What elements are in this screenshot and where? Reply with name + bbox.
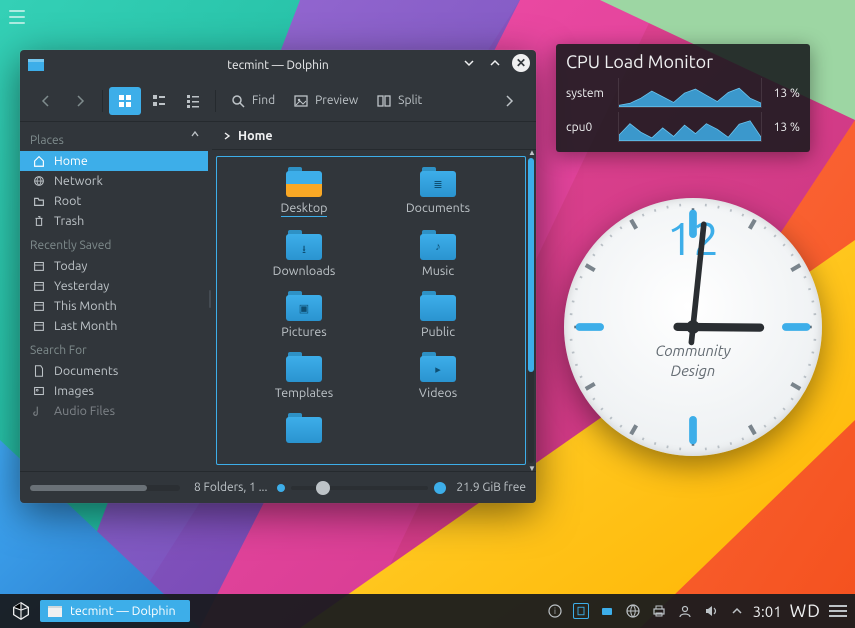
sidebar-item-yesterday[interactable]: Yesterday	[20, 276, 208, 296]
breadcrumb[interactable]: Home	[212, 122, 536, 150]
folder-icon	[48, 606, 62, 617]
analog-clock-widget: 12 Community Design	[564, 198, 822, 456]
status-free-space: 21.9 GiB free	[456, 481, 526, 494]
file-item-pictures[interactable]: ▣Pictures	[237, 291, 371, 346]
scroll-up-icon[interactable]: ▲	[528, 148, 534, 157]
sidebar-heading-recent: Recently Saved	[20, 231, 208, 256]
cpu-pct-cpu0: 13 %	[768, 121, 800, 134]
file-label: Pictures	[281, 325, 326, 339]
svg-text:12: 12	[667, 212, 719, 264]
statusbar: 8 Folders, 1 ... 21.9 GiB free	[20, 471, 536, 503]
printer-icon[interactable]	[651, 603, 667, 619]
zoom-knob[interactable]	[316, 481, 330, 495]
info-icon[interactable]: i	[547, 603, 563, 619]
window-title: tecmint — Dolphin	[227, 59, 328, 72]
file-label: Music	[422, 264, 454, 278]
toolbar-overflow-button[interactable]	[494, 87, 526, 115]
maximize-button[interactable]	[486, 54, 504, 72]
zoom-slider[interactable]	[277, 482, 446, 494]
file-grid: Desktop ≣Documents⭳Downloads♪Music▣Pictur…	[217, 157, 525, 464]
taskbar-entry-dolphin[interactable]: tecmint — Dolphin	[40, 600, 190, 622]
panel-clock[interactable]: 3:01	[753, 603, 782, 620]
split-button[interactable]: Split	[368, 87, 430, 115]
taskbar: tecmint — Dolphin i 3:01 WD	[0, 594, 855, 628]
file-item-videos[interactable]: ▸Videos	[371, 352, 505, 407]
file-label: Videos	[419, 386, 457, 400]
sidebar-horizontal-scrollbar[interactable]	[30, 485, 180, 491]
sidebar-item-trash[interactable]: Trash	[20, 211, 208, 231]
clipboard-icon[interactable]	[573, 603, 589, 619]
sidebar-item-documents[interactable]: Documents	[20, 361, 208, 381]
desktop-menu-button[interactable]	[6, 6, 28, 28]
view-compact-button[interactable]	[143, 87, 175, 115]
file-item-documents[interactable]: ≣Documents	[371, 167, 505, 224]
network-icon[interactable]	[625, 603, 641, 619]
file-item-templates[interactable]: Templates	[237, 352, 371, 407]
tray-expand-icon[interactable]	[729, 603, 745, 619]
dolphin-window: tecmint — Dolphin ✕ Find Preview Split P…	[20, 50, 536, 503]
panel-day[interactable]: WD	[790, 601, 821, 621]
cpu-row-label-cpu0: cpu0	[566, 121, 612, 134]
places-sidebar: Places Home Network Root Trash Recently …	[20, 122, 208, 471]
sidebar-item-images[interactable]: Images	[20, 381, 208, 401]
clock-text-2: Design	[671, 362, 716, 379]
view-details-button[interactable]	[177, 87, 209, 115]
taskbar-entry-label: tecmint — Dolphin	[70, 604, 176, 618]
file-label: Desktop	[281, 201, 328, 217]
file-label: Public	[421, 325, 455, 339]
file-item-unnamed[interactable]	[237, 413, 371, 454]
zoom-min-icon	[277, 484, 285, 492]
volume-icon[interactable]	[703, 603, 719, 619]
clock-text-1: Community	[655, 342, 730, 359]
view-icons-button[interactable]	[109, 87, 141, 115]
scroll-down-icon[interactable]: ▼	[528, 464, 534, 473]
file-item-music[interactable]: ♪Music	[371, 230, 505, 285]
file-label: Downloads	[273, 264, 336, 278]
titlebar[interactable]: tecmint — Dolphin ✕	[20, 50, 536, 80]
sidebar-collapse-icon[interactable]	[190, 128, 200, 142]
file-label: Templates	[275, 386, 333, 400]
sidebar-item-this-month[interactable]: This Month	[20, 296, 208, 316]
toolbar: Find Preview Split	[20, 80, 536, 122]
sidebar-heading-places: Places	[20, 126, 208, 151]
preview-button[interactable]: Preview	[285, 87, 366, 115]
nav-back-button[interactable]	[30, 87, 62, 115]
sidebar-item-audio[interactable]: Audio Files	[20, 401, 208, 421]
cpu-pct-system: 13 %	[768, 87, 800, 100]
breadcrumb-home[interactable]: Home	[238, 129, 273, 143]
panel-menu-button[interactable]	[829, 605, 847, 617]
status-summary: 8 Folders, 1 ...	[194, 481, 267, 494]
sidebar-heading-search: Search For	[20, 336, 208, 361]
cpu-graph-cpu0	[618, 112, 762, 142]
user-icon[interactable]	[677, 603, 693, 619]
vertical-scrollbar[interactable]: ▲ ▼	[528, 158, 534, 463]
file-label: Documents	[406, 201, 470, 215]
sidebar-item-network[interactable]: Network	[20, 171, 208, 191]
cpu-row-label-system: system	[566, 87, 612, 100]
system-tray: i	[547, 603, 745, 619]
zoom-max-icon	[434, 482, 446, 494]
sidebar-item-home[interactable]: Home	[20, 151, 208, 171]
file-item-public[interactable]: Public	[371, 291, 505, 346]
dolphin-app-icon	[28, 59, 44, 71]
cpu-graph-system	[618, 78, 762, 108]
cpu-widget-title: CPU Load Monitor	[566, 52, 800, 72]
scrollbar-thumb[interactable]	[528, 158, 534, 372]
nav-forward-button[interactable]	[64, 87, 96, 115]
sidebar-item-root[interactable]: Root	[20, 191, 208, 211]
find-button[interactable]: Find	[222, 87, 283, 115]
svg-text:i: i	[554, 607, 556, 616]
sidebar-item-last-month[interactable]: Last Month	[20, 316, 208, 336]
cpu-load-widget: CPU Load Monitor system 13 % cpu0 13 %	[556, 44, 810, 152]
file-item-downloads[interactable]: ⭳Downloads	[237, 230, 371, 285]
sidebar-item-today[interactable]: Today	[20, 256, 208, 276]
minimize-button[interactable]	[460, 54, 478, 72]
app-launcher-button[interactable]	[8, 598, 34, 624]
device-icon[interactable]	[599, 603, 615, 619]
file-item-desktop[interactable]: Desktop	[237, 167, 371, 224]
close-button[interactable]: ✕	[512, 54, 530, 72]
